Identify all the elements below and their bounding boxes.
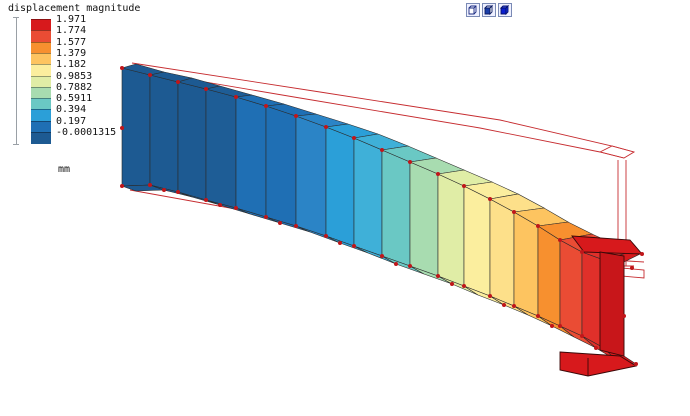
- view-solid-icon: [499, 4, 510, 16]
- color-legend: displacement magnitude 1.971 1.774 1.577 1.…: [0, 0, 170, 190]
- legend-tick-label: 1.182: [56, 59, 87, 71]
- model-viewport[interactable]: displacement magnitude 1.971 1.774 1.577 1.…: [0, 0, 690, 416]
- legend-swatch: [31, 41, 51, 54]
- legend-tick-label: 1.971: [56, 14, 87, 25]
- view-iso-icon: [483, 4, 494, 16]
- legend-swatch: [31, 64, 51, 77]
- legend-swatch: [31, 109, 51, 122]
- legend-swatch: [31, 30, 51, 43]
- legend-tick-label: 0.5911: [56, 93, 93, 105]
- legend-swatch: [31, 52, 51, 65]
- legend-tick-label: 1.379: [56, 47, 87, 59]
- legend-tick-label: -0.0001315: [56, 127, 117, 138]
- legend-tick-label: 0.197: [56, 115, 87, 127]
- legend-swatch: [31, 132, 51, 144]
- view-front-icon: [468, 5, 477, 15]
- legend-swatch: [31, 75, 51, 88]
- legend-tick-label: 1.577: [56, 36, 87, 48]
- view-front-button[interactable]: [466, 3, 480, 17]
- legend-swatch: [31, 98, 51, 111]
- legend-swatch: [31, 19, 51, 31]
- legend-bracket: [13, 17, 31, 145]
- view-iso-button[interactable]: [482, 3, 496, 17]
- legend-color-bar: [31, 19, 51, 144]
- view-toolbar: [466, 3, 512, 19]
- legend-swatch: [31, 120, 51, 133]
- legend-tick-label: 0.9853: [56, 70, 93, 82]
- legend-unit: mm: [58, 164, 71, 175]
- legend-swatch: [31, 86, 51, 99]
- legend-tick-label: 0.7882: [56, 81, 93, 93]
- legend-tick-label: 0.394: [56, 104, 87, 116]
- legend-tick-label: 1.774: [56, 25, 87, 37]
- legend-title: displacement magnitude: [8, 3, 141, 14]
- view-solid-button[interactable]: [498, 3, 512, 17]
